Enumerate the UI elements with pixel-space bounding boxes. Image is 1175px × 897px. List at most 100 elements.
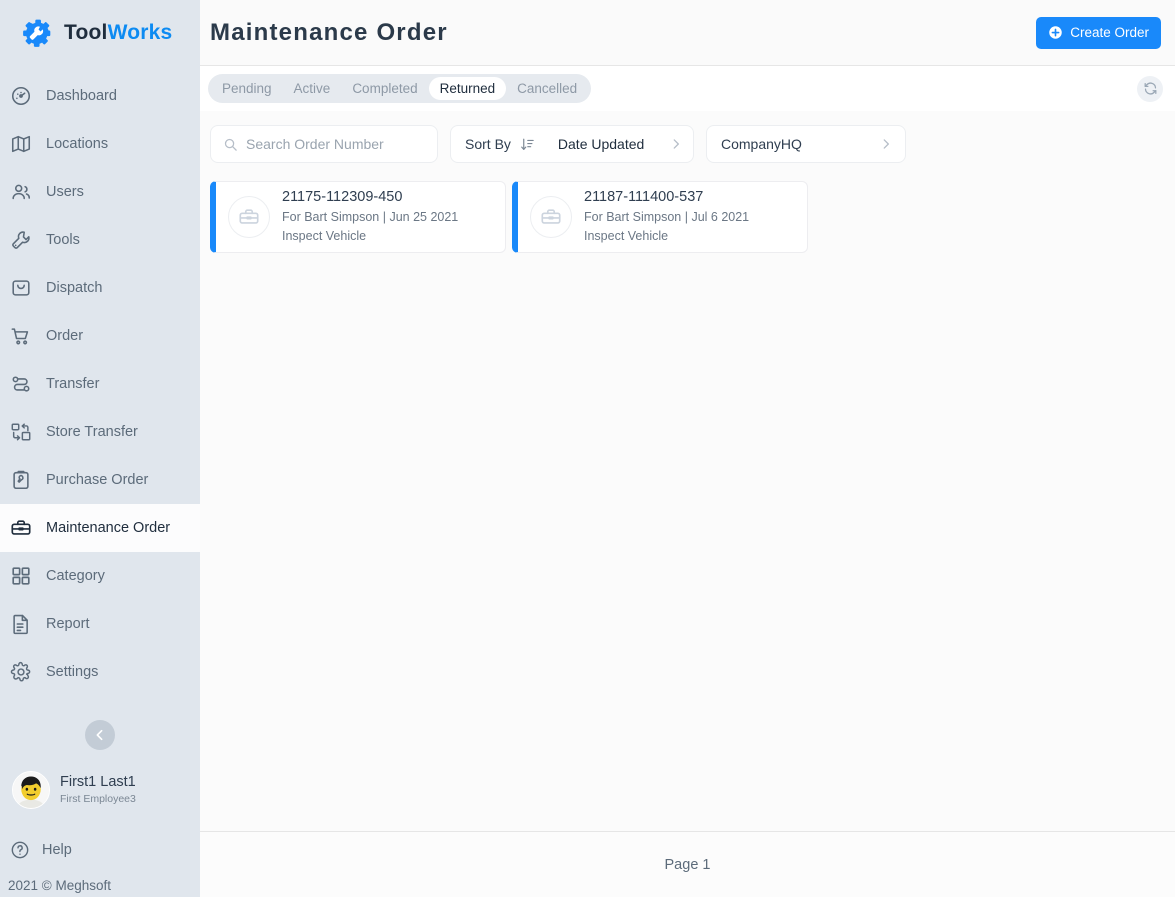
toolbox-icon [10,517,32,539]
sidebar-item-settings[interactable]: Settings [0,648,200,696]
search-icon [223,137,238,152]
create-order-button[interactable]: Create Order [1036,16,1161,49]
grid-icon [10,565,32,587]
main-content: Maintenance Order Create Order Pending A… [200,0,1175,897]
sidebar-item-order[interactable]: Order [0,312,200,360]
collapse-sidebar-button[interactable] [85,720,115,750]
create-order-label: Create Order [1070,25,1149,40]
sort-by-control[interactable]: Sort By Date Updated [450,125,694,163]
user-profile[interactable]: First1 Last1 First Employee3 [0,764,200,816]
app-root: ToolWorks Dashboard Locations Users Tool… [0,0,1175,897]
sidebar-item-locations[interactable]: Locations [0,120,200,168]
tab-returned[interactable]: Returned [428,77,507,100]
question-circle-icon [10,840,30,860]
brand[interactable]: ToolWorks [0,0,200,66]
sidebar-item-tools[interactable]: Tools [0,216,200,264]
refresh-button[interactable] [1137,75,1163,102]
sort-descending-icon[interactable] [520,137,535,152]
chevron-left-icon [92,727,108,743]
sidebar-item-label: Locations [46,136,109,152]
collapse-sidebar-wrap [0,720,200,750]
tab-pending[interactable]: Pending [211,77,283,100]
help-link[interactable]: Help [0,830,200,870]
chevron-right-icon [879,137,893,151]
toolbox-icon [228,196,270,238]
users-icon [10,181,32,203]
plus-circle-icon [1048,25,1063,40]
page-title: Maintenance Order [210,18,448,46]
tab-completed[interactable]: Completed [341,77,428,100]
gear-icon [10,661,32,683]
order-card[interactable]: 21175-112309-450 For Bart Simpson | Jun … [210,181,506,253]
filters-bar: Sort By Date Updated CompanyHQ [200,111,1175,173]
order-subtitle: For Bart Simpson | Jul 6 2021 [584,210,750,225]
order-subtitle: For Bart Simpson | Jun 25 2021 [282,210,459,225]
transfer-icon [10,373,32,395]
order-number: 21187-111400-537 [584,189,704,206]
search-order-number[interactable] [210,125,438,163]
status-segmented-control: Pending Active Completed Returned Cancel… [208,74,592,103]
document-icon [10,613,32,635]
wrench-icon [10,229,32,251]
chevron-right-icon [669,137,683,151]
brand-text: ToolWorks [64,21,172,45]
speedometer-icon [10,85,32,107]
sort-by-value: Date Updated [557,136,645,152]
sidebar-item-label: Users [46,184,84,200]
sidebar-item-label: Tools [46,232,80,248]
sidebar-item-maintenance-order[interactable]: Maintenance Order [0,504,200,552]
company-filter-control[interactable]: CompanyHQ [706,125,906,163]
order-number: 21175-112309-450 [282,189,403,206]
order-card[interactable]: 21187-111400-537 For Bart Simpson | Jul … [512,181,808,253]
sidebar-item-dashboard[interactable]: Dashboard [0,72,200,120]
tab-active[interactable]: Active [283,77,342,100]
sidebar-bottom: First1 Last1 First Employee3 Help 2021 ©… [0,696,200,897]
order-card-body: 21187-111400-537 For Bart Simpson | Jul … [584,188,749,245]
sidebar: ToolWorks Dashboard Locations Users Tool… [0,0,200,897]
sidebar-item-category[interactable]: Category [0,552,200,600]
sidebar-item-purchase-order[interactable]: Purchase Order [0,456,200,504]
topbar: Maintenance Order Create Order [200,0,1175,66]
refresh-icon [1143,81,1158,96]
clipboard-icon [10,469,32,491]
sidebar-item-label: Category [46,568,105,584]
sidebar-item-label: Transfer [46,376,100,392]
page-indicator: Page 1 [664,856,711,873]
sidebar-item-label: Dispatch [46,280,103,296]
sidebar-item-users[interactable]: Users [0,168,200,216]
sidebar-item-store-transfer[interactable]: Store Transfer [0,408,200,456]
copyright: 2021 © Meghsoft [8,878,112,893]
sidebar-nav: Dashboard Locations Users Tools Dispatch… [0,66,200,696]
bag-icon [10,277,32,299]
order-task: Inspect Vehicle [282,228,367,243]
sidebar-item-label: Maintenance Order [46,520,171,536]
avatar [12,771,50,809]
brand-name-part2: Works [107,21,173,44]
sidebar-item-label: Settings [46,664,99,680]
sort-by-label: Sort By [465,136,511,152]
sidebar-item-transfer[interactable]: Transfer [0,360,200,408]
sidebar-item-label: Purchase Order [46,472,149,488]
order-card-list: 21175-112309-450 For Bart Simpson | Jun … [200,173,1175,831]
sidebar-item-label: Report [46,616,90,632]
order-card-body: 21175-112309-450 For Bart Simpson | Jun … [282,188,458,245]
toolbox-icon [530,196,572,238]
shopping-cart-icon [10,325,32,347]
profile-role: First Employee3 [60,792,136,805]
help-label: Help [42,842,72,858]
company-filter-value: CompanyHQ [721,136,802,152]
sidebar-item-dispatch[interactable]: Dispatch [0,264,200,312]
store-transfer-icon [10,421,32,443]
profile-name: First1 Last1 [60,773,136,790]
brand-name-part1: Tool [64,21,108,44]
tab-cancelled[interactable]: Cancelled [506,77,588,100]
map-icon [10,133,32,155]
gear-wrench-icon [20,16,54,50]
tab-bar: Pending Active Completed Returned Cancel… [200,66,1175,111]
sidebar-item-label: Dashboard [46,88,117,104]
order-task: Inspect Vehicle [584,228,669,243]
sidebar-item-report[interactable]: Report [0,600,200,648]
search-input[interactable] [246,136,425,152]
pagination-footer: Page 1 [200,831,1175,897]
sidebar-item-label: Order [46,328,84,344]
